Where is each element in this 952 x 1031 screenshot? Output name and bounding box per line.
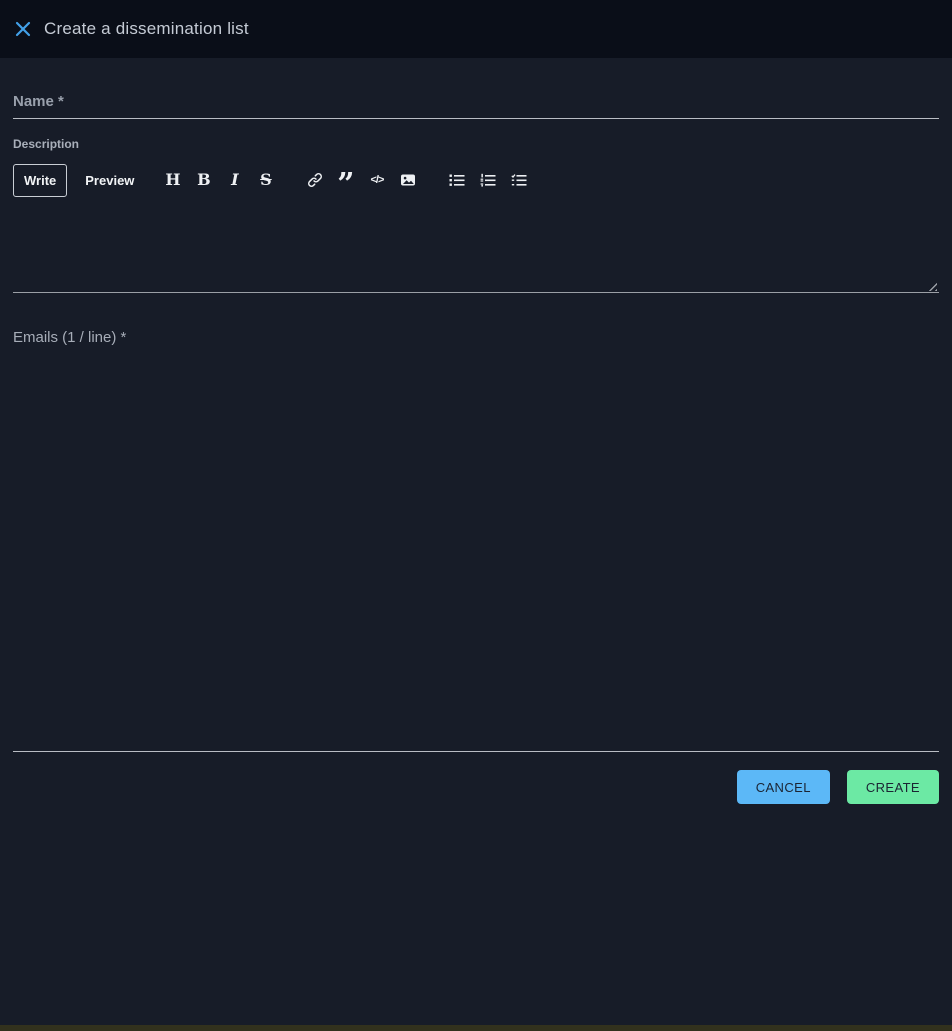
tab-write[interactable]: Write xyxy=(13,164,67,197)
close-icon[interactable] xyxy=(12,18,34,40)
description-label: Description xyxy=(13,137,939,151)
modal-body: Description Write Preview H B I S ” </> xyxy=(0,91,952,804)
image-icon[interactable] xyxy=(399,172,416,189)
markdown-toolbar: Write Preview H B I S ” </> xyxy=(13,163,939,197)
list-group xyxy=(448,172,527,189)
strikethrough-icon[interactable]: S xyxy=(257,172,274,189)
description-textarea[interactable] xyxy=(13,197,939,292)
modal-header: Create a dissemination list xyxy=(0,0,952,58)
heading-icon[interactable]: H xyxy=(164,172,181,189)
modal-title: Create a dissemination list xyxy=(44,19,249,39)
cancel-button[interactable]: CANCEL xyxy=(737,770,830,804)
tab-preview[interactable]: Preview xyxy=(81,165,138,196)
link-icon[interactable] xyxy=(306,172,323,189)
bold-icon[interactable]: B xyxy=(195,172,212,189)
unordered-list-icon[interactable] xyxy=(448,172,465,189)
create-button[interactable]: CREATE xyxy=(847,770,939,804)
text-format-group: H B I S xyxy=(164,172,274,189)
emails-label: Emails (1 / line) * xyxy=(13,329,939,346)
name-input[interactable] xyxy=(13,91,939,119)
code-icon[interactable]: </> xyxy=(368,172,385,189)
dialog-actions: CANCEL CREATE xyxy=(13,770,939,804)
task-list-icon[interactable] xyxy=(510,172,527,189)
emails-textarea[interactable] xyxy=(13,348,939,752)
ordered-list-icon[interactable] xyxy=(479,172,496,189)
insert-group: ” </> xyxy=(306,172,416,189)
quote-icon[interactable]: ” xyxy=(337,172,354,189)
page-bottom-strip xyxy=(0,1025,952,1031)
description-editor xyxy=(13,197,939,293)
italic-icon[interactable]: I xyxy=(226,172,243,189)
